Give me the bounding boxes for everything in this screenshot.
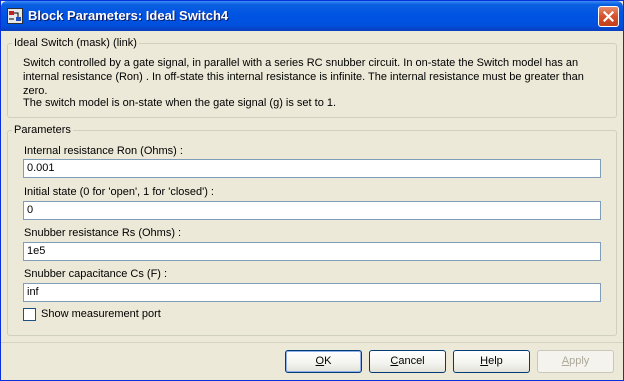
parameters-group-legend: Parameters <box>12 124 73 137</box>
ok-button-label: K <box>324 355 332 367</box>
ok-button[interactable]: OK <box>285 350 362 373</box>
description-paragraph-1: Switch controlled by a gate signal, in p… <box>23 57 584 97</box>
close-button[interactable] <box>598 6 619 27</box>
window-title: Block Parameters: Ideal Switch4 <box>28 8 229 23</box>
initial-state-label: Initial state (0 for 'open', 1 for 'clos… <box>24 186 214 198</box>
ron-input[interactable]: 0.001 <box>23 159 601 178</box>
rs-input[interactable]: 1e5 <box>23 242 601 261</box>
close-icon <box>603 11 614 22</box>
cancel-button-label: ancel <box>398 355 425 367</box>
cs-input[interactable]: inf <box>23 283 601 302</box>
simulink-block-icon <box>7 8 23 24</box>
initial-state-input[interactable]: 0 <box>23 201 601 220</box>
help-button-mnemonic: H <box>480 355 489 367</box>
ron-label: Internal resistance Ron (Ohms) : <box>24 145 183 157</box>
ok-button-mnemonic: O <box>315 355 325 367</box>
apply-button-label: pply <box>569 355 590 367</box>
description-group-legend: Ideal Switch (mask) (link) <box>12 37 139 50</box>
rs-label: Snubber resistance Rs (Ohms) : <box>24 227 182 239</box>
block-parameters-dialog: Block Parameters: Ideal Switch4 Ideal Sw… <box>0 0 624 381</box>
apply-button[interactable]: Apply <box>537 350 614 373</box>
help-button-label: elp <box>488 355 503 367</box>
show-measurement-port-checkbox[interactable] <box>23 308 36 321</box>
description-paragraph-2: The switch model is on-state when the ga… <box>23 97 337 109</box>
apply-button-mnemonic: A <box>561 355 570 367</box>
help-button[interactable]: Help <box>453 350 530 373</box>
cs-label: Snubber capacitance Cs (F) : <box>24 268 168 280</box>
cancel-button[interactable]: Cancel <box>369 350 446 373</box>
title-bar[interactable]: Block Parameters: Ideal Switch4 <box>1 1 623 31</box>
show-measurement-port-label[interactable]: Show measurement port <box>41 308 161 321</box>
button-separator <box>1 342 623 343</box>
